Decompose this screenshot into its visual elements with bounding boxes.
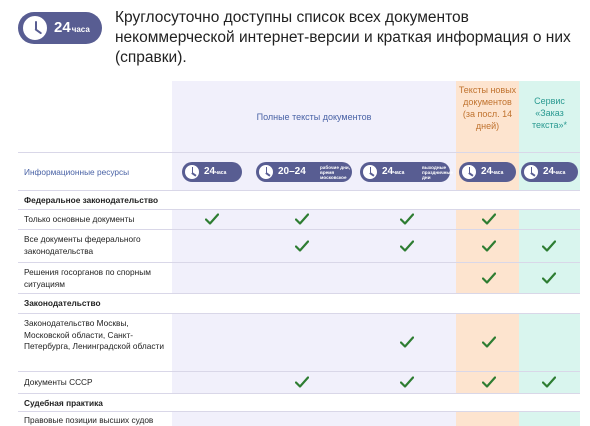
- check-icon: [542, 240, 556, 252]
- 24-hours-badge: 24часа: [18, 12, 102, 44]
- badge-number: 20–24: [278, 166, 306, 177]
- check-icon: [400, 213, 414, 225]
- badge-unit: часа: [215, 170, 227, 176]
- clock-icon: [361, 163, 379, 181]
- clock-icon: [21, 14, 49, 42]
- badge-note: рабочие дни, время московское: [320, 165, 351, 180]
- intro: 24часа Круглосуточно доступны список все…: [18, 8, 588, 66]
- new-texts-header: Тексты новых документов (за посл. 14 дне…: [458, 85, 517, 131]
- section-judicial: Судебная практика: [18, 393, 580, 411]
- row-label: Решения госорганов по спорным ситуациям: [24, 267, 151, 289]
- section-federal: Федеральное законодательство: [18, 190, 580, 209]
- check-icon: [400, 376, 414, 388]
- check-icon: [542, 376, 556, 388]
- resources-header-row: Информационные ресурсы 24часа 20–24 рабо…: [18, 152, 580, 190]
- badge-24h-col1: 24часа: [182, 162, 242, 182]
- section-title: Судебная практика: [24, 398, 103, 408]
- row-label: Законодательство Москвы, Московской обла…: [24, 318, 164, 351]
- badge-unit: часа: [492, 170, 504, 176]
- section-title: Федеральное законодательство: [24, 195, 159, 205]
- badge-number: 24: [382, 166, 394, 177]
- check-icon: [542, 272, 556, 284]
- check-icon: [482, 213, 496, 225]
- check-icon: [482, 376, 496, 388]
- check-icon: [400, 240, 414, 252]
- badge-unit: часа: [393, 170, 405, 176]
- table-row: Правовые позиции высших судов: [18, 411, 580, 426]
- check-icon: [482, 336, 496, 348]
- badge-number: 24: [54, 19, 71, 36]
- clock-icon: [257, 163, 275, 181]
- check-icon: [482, 272, 496, 284]
- check-icon: [482, 240, 496, 252]
- resources-label: Информационные ресурсы: [24, 167, 130, 177]
- section-title: Законодательство: [24, 298, 101, 308]
- check-icon: [295, 376, 309, 388]
- badge-weekends-col3: 24часа выходные праздничные дни: [360, 162, 453, 182]
- check-icon: [295, 240, 309, 252]
- row-label: Все документы федерального законодательс…: [24, 234, 141, 256]
- badge-workdays-col2: 20–24 рабочие дни, время московское: [256, 162, 352, 182]
- access-table: Полные тексты документов Тексты новых до…: [18, 81, 580, 426]
- section-legislation: Законодательство: [18, 293, 580, 313]
- row-label: Правовые позиции высших судов: [24, 415, 154, 425]
- badge-number: 24: [481, 166, 493, 177]
- badge-unit: часа: [71, 25, 90, 34]
- row-label: Только основные документы: [24, 214, 135, 224]
- badge-note: выходные праздничные дни: [422, 165, 453, 180]
- clock-icon: [522, 163, 540, 181]
- clock-icon: [460, 163, 478, 181]
- clock-icon: [183, 163, 201, 181]
- intro-text: Круглосуточно доступны список всех докум…: [115, 9, 571, 66]
- badge-number: 24: [543, 166, 555, 177]
- check-icon: [205, 213, 219, 225]
- full-texts-header: Полные тексты документов: [256, 112, 372, 122]
- check-icon: [400, 336, 414, 348]
- row-label: Документы СССР: [24, 377, 93, 387]
- check-icon: [295, 213, 309, 225]
- badge-unit: часа: [554, 170, 566, 176]
- order-service-header: Сервис «Заказ текста»*: [531, 96, 568, 130]
- badge-number: 24: [204, 166, 216, 177]
- badge-24h-col4: 24часа: [459, 162, 516, 182]
- badge-24h-col5: 24часа: [521, 162, 578, 182]
